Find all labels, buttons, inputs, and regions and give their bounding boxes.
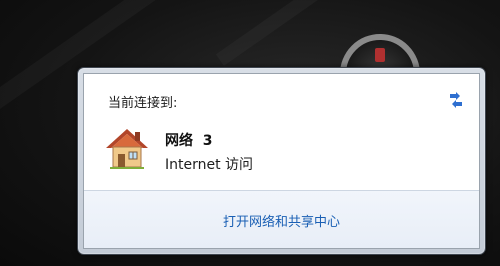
connection-section: 当前连接到: 网络 3 Internet 访问	[84, 74, 479, 190]
flyout-footer: 打开网络和共享中心	[84, 190, 479, 248]
open-network-sharing-center-link[interactable]: 打开网络和共享中心	[84, 211, 479, 230]
network-access-status: Internet 访问	[165, 157, 254, 173]
home-network-icon	[106, 129, 148, 169]
network-flyout: 当前连接到: 网络 3 Internet 访问 打开网络和共享中心	[77, 67, 486, 255]
background-gauge-marker	[375, 48, 385, 62]
flyout-panel: 当前连接到: 网络 3 Internet 访问 打开网络和共享中心	[83, 73, 480, 249]
connected-to-heading: 当前连接到:	[108, 96, 178, 111]
network-name: 网络 3	[165, 133, 213, 149]
refresh-icon[interactable]	[447, 92, 465, 108]
